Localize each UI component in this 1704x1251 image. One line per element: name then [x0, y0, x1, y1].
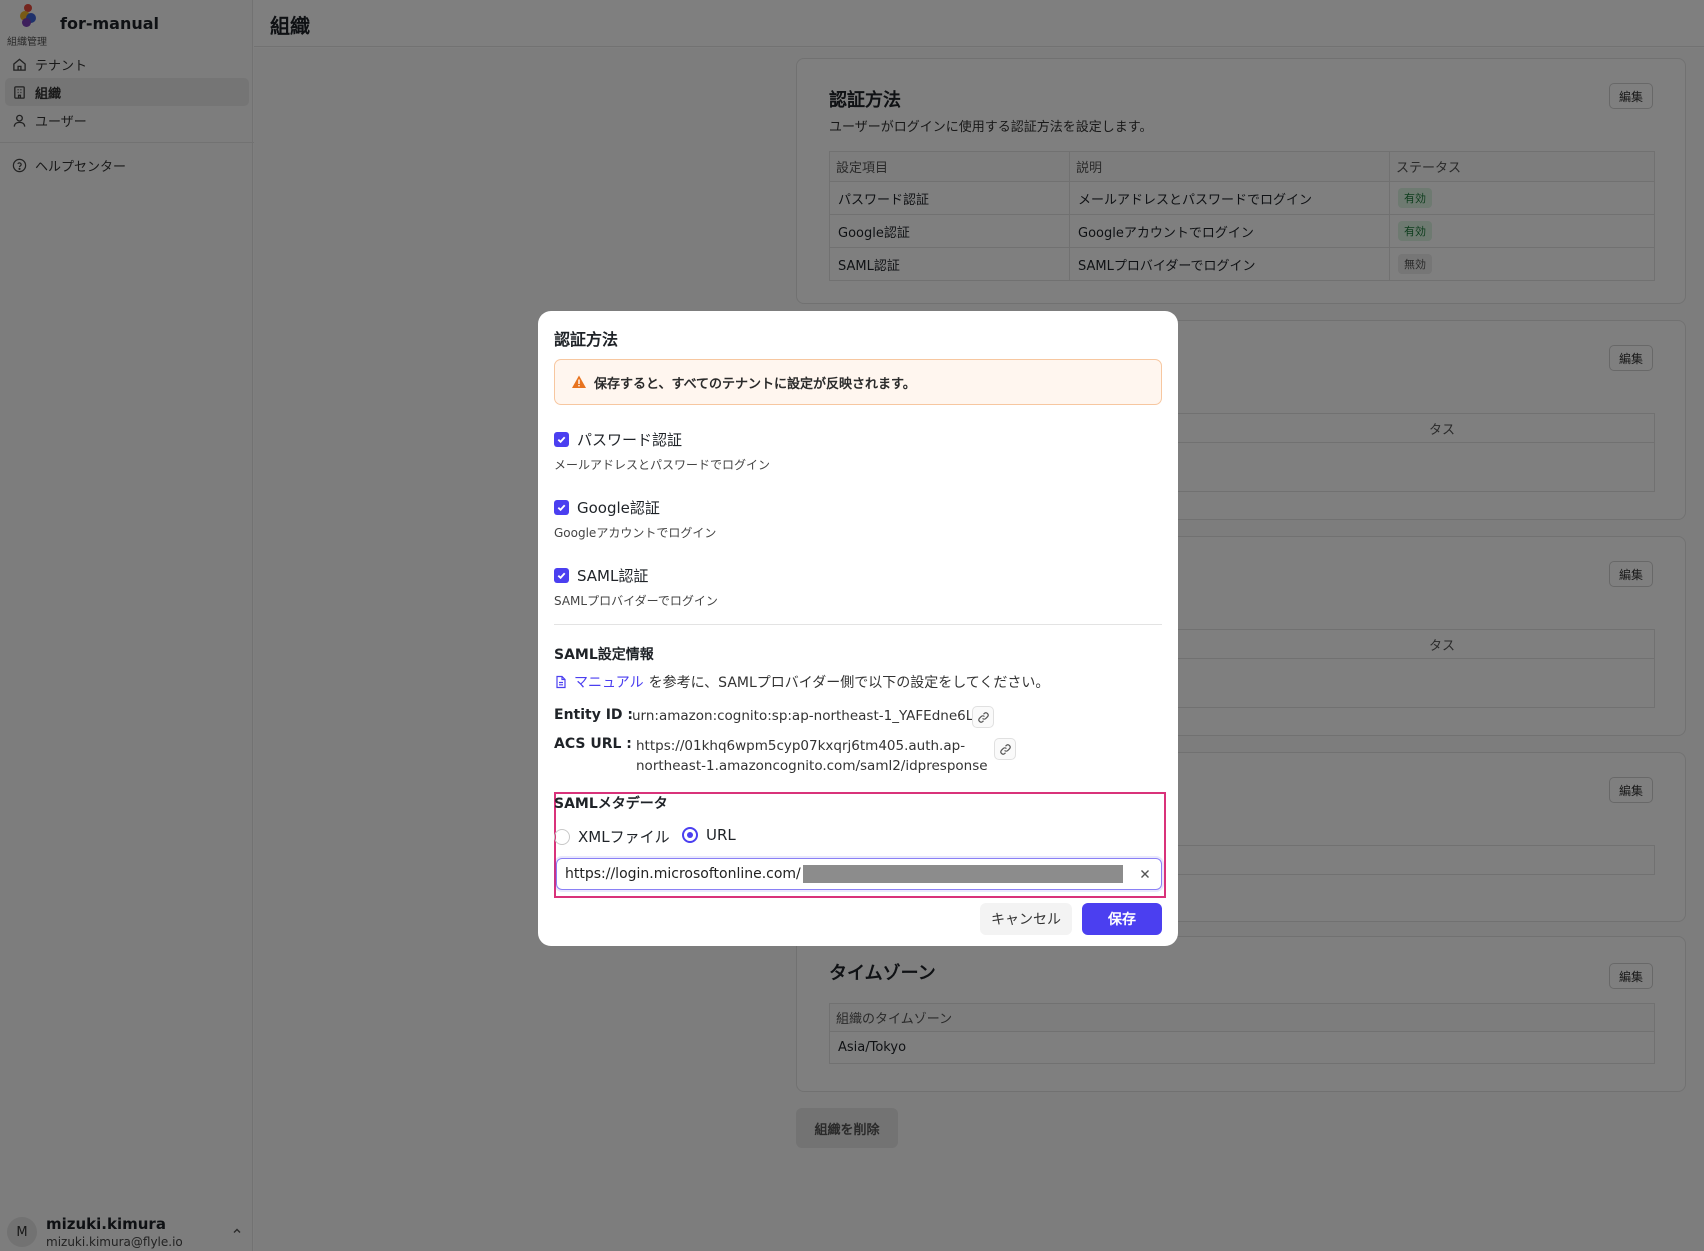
- dialog-title: 認証方法: [554, 330, 619, 349]
- option-description: メールアドレスとパスワードでログイン: [554, 458, 771, 472]
- link-icon: [977, 711, 989, 723]
- acs-url-label: ACS URL :: [554, 736, 632, 752]
- warning-banner: 保存すると、すべてのテナントに設定が反映されます。: [554, 359, 1162, 405]
- check-icon: [557, 436, 566, 444]
- auth-method-dialog: 認証方法 保存すると、すべてのテナントに設定が反映されます。 パスワード認証 メ…: [538, 311, 1178, 946]
- option-label: SAML認証: [577, 567, 649, 585]
- radio-label: URL: [706, 826, 736, 844]
- saml-auth-checkbox[interactable]: [554, 568, 569, 583]
- google-auth-option[interactable]: Google認証: [554, 497, 660, 518]
- warning-icon: [572, 375, 586, 388]
- radio-label: XMLファイル: [578, 828, 670, 846]
- close-icon[interactable]: [1139, 868, 1151, 880]
- manual-instruction: マニュアル を参考に、SAMLプロバイダー側で以下の設定をしてください。: [554, 672, 1049, 692]
- saml-metadata-title: SAMLメタデータ: [554, 796, 668, 812]
- saml-settings-title: SAML設定情報: [554, 647, 654, 663]
- acs-url-line-2: northeast-1.amazoncognito.com/saml2/idpr…: [636, 758, 988, 774]
- acs-url-line-1: https://01khq6wpm5cyp07kxqrj6tm405.auth.…: [636, 738, 966, 754]
- check-icon: [557, 504, 566, 512]
- copy-entity-id-button[interactable]: [972, 706, 994, 728]
- warning-text: 保存すると、すべてのテナントに設定が反映されます。: [594, 376, 916, 392]
- password-auth-option[interactable]: パスワード認証: [554, 429, 682, 450]
- manual-link[interactable]: マニュアル: [574, 672, 644, 692]
- xml-file-option[interactable]: XMLファイル: [554, 826, 670, 847]
- metadata-url-input[interactable]: https://login.microsoftonline.com/: [556, 858, 1162, 890]
- url-radio[interactable]: [682, 827, 698, 843]
- option-label: パスワード認証: [577, 431, 683, 449]
- manual-text: を参考に、SAMLプロバイダー側で以下の設定をしてください。: [648, 675, 1050, 691]
- cancel-button[interactable]: キャンセル: [980, 903, 1072, 935]
- saml-auth-option[interactable]: SAML認証: [554, 565, 648, 586]
- document-icon: [556, 675, 566, 689]
- metadata-url-value: https://login.microsoftonline.com/: [565, 866, 801, 882]
- save-button[interactable]: 保存: [1082, 903, 1162, 935]
- entity-id-value: urn:amazon:cognito:sp:ap-northeast-1_YAF…: [632, 708, 974, 724]
- divider: [554, 624, 1162, 625]
- xml-file-radio[interactable]: [554, 828, 570, 845]
- google-auth-checkbox[interactable]: [554, 500, 569, 515]
- password-auth-checkbox[interactable]: [554, 432, 569, 447]
- option-description: Googleアカウントでログイン: [554, 526, 717, 540]
- entity-id-label: Entity ID :: [554, 707, 634, 723]
- option-description: SAMLプロバイダーでログイン: [554, 594, 718, 608]
- copy-acs-url-button[interactable]: [994, 738, 1016, 760]
- option-label: Google認証: [577, 499, 660, 517]
- redacted-block: [802, 865, 1123, 883]
- link-icon: [999, 743, 1011, 755]
- url-option[interactable]: URL: [682, 826, 736, 844]
- check-icon: [557, 572, 566, 580]
